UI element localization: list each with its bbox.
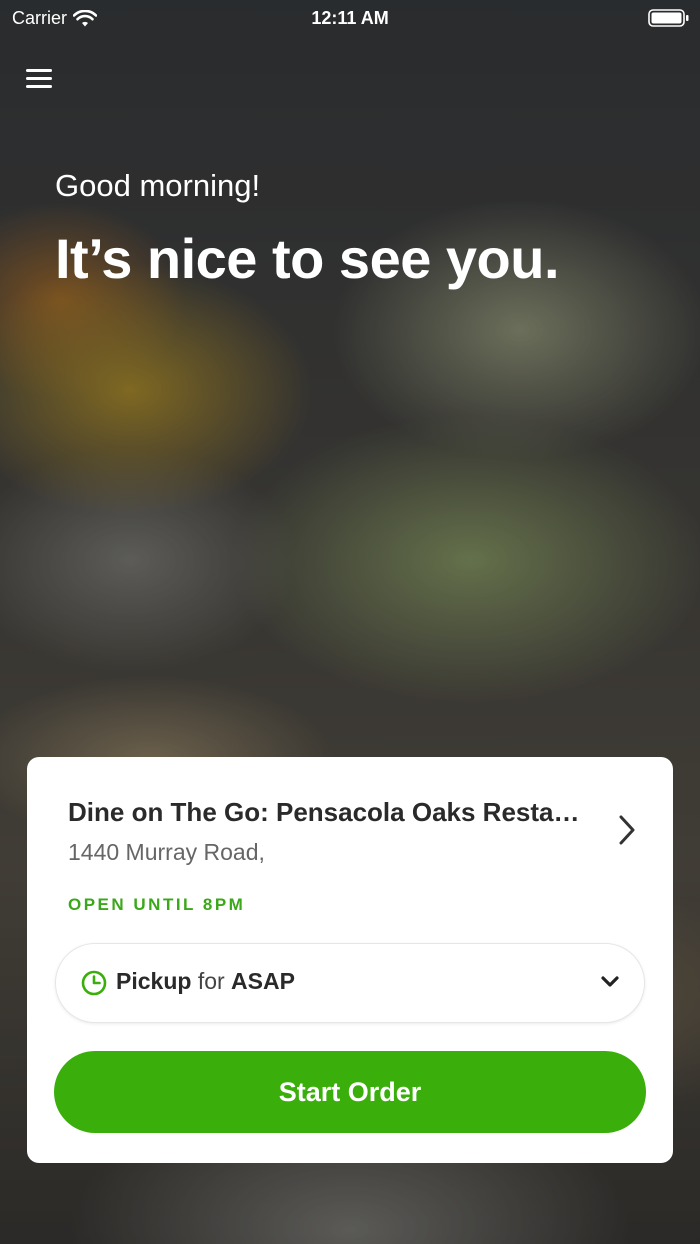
clock-time: 12:11 AM	[311, 8, 389, 28]
order-mode-label: Pickup for ASAP	[116, 968, 295, 995]
start-order-button[interactable]: Start Order	[54, 1051, 646, 1133]
hamburger-menu-icon[interactable]	[22, 64, 58, 96]
greeting-text: Good morning!	[55, 168, 261, 203]
store-address: 1440 Murray Road,	[68, 839, 265, 865]
battery-icon	[648, 9, 689, 27]
clock-icon	[81, 970, 107, 996]
store-order-card: Dine on The Go: Pensacola Oaks Restauran…	[27, 757, 673, 1163]
chevron-down-icon	[601, 976, 619, 987]
store-name: Dine on The Go: Pensacola Oaks Restauran…	[68, 797, 588, 827]
status-bar: Carrier 12:11 AM	[0, 0, 700, 36]
order-mode-time: ASAP	[231, 968, 295, 994]
welcome-headline: It’s nice to see you.	[55, 227, 560, 290]
chevron-right-icon	[619, 815, 635, 845]
order-mode-connector: for	[197, 968, 225, 994]
open-hours-status: OPEN UNTIL 8PM	[68, 895, 246, 914]
order-mode-selector[interactable]: Pickup for ASAP	[55, 943, 645, 1023]
order-mode-type: Pickup	[116, 968, 192, 994]
store-selector-row[interactable]: Dine on The Go: Pensacola Oaks Restauran…	[27, 757, 673, 877]
